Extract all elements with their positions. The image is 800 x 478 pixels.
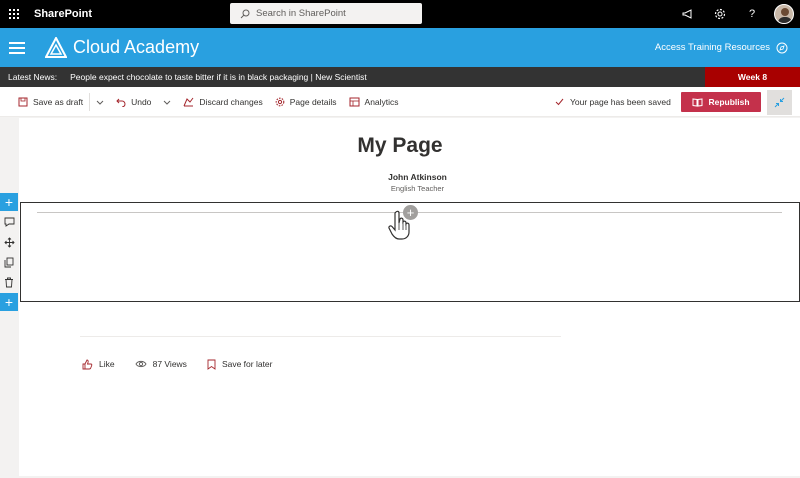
saved-status: Your page has been saved (555, 87, 671, 117)
add-section-above-button[interactable]: + (0, 193, 18, 211)
save-options-dropdown[interactable] (90, 87, 110, 117)
hub-bar: Cloud Academy Access Training Resources (0, 28, 800, 67)
discard-changes-button[interactable]: Discard changes (177, 87, 268, 117)
compass-icon (776, 42, 788, 53)
book-icon (692, 97, 703, 107)
collapse-icon (774, 97, 785, 108)
search-input[interactable]: Search in SharePoint (230, 3, 422, 24)
news-ticker: Latest News: People expect chocolate to … (0, 67, 800, 87)
saved-status-text: Your page has been saved (570, 97, 671, 107)
checkmark-icon (555, 98, 564, 106)
news-label: Latest News: (8, 72, 58, 82)
like-label: Like (99, 359, 115, 369)
save-as-draft-button[interactable]: Save as draft (12, 87, 89, 117)
edit-section-icon[interactable] (0, 213, 18, 231)
page-title[interactable]: My Page (0, 134, 800, 158)
social-bar: Like 87 Views Save for later (82, 356, 293, 372)
save-as-draft-label: Save as draft (33, 96, 84, 107)
week-badge: Week 8 (705, 67, 800, 87)
logo-icon (45, 36, 67, 58)
author-role: English Teacher (390, 184, 445, 193)
settings-icon (275, 97, 285, 107)
megaphone-icon[interactable] (672, 0, 704, 28)
search-icon (240, 9, 250, 18)
undo-icon (116, 97, 126, 107)
duplicate-section-icon[interactable] (0, 253, 18, 271)
page-details-label: Page details (289, 96, 337, 107)
app-launcher-icon[interactable] (0, 0, 28, 28)
news-headline[interactable]: People expect chocolate to taste bitter … (70, 72, 367, 82)
hand-cursor-icon (388, 210, 410, 240)
views-count: 87 Views (135, 359, 187, 369)
add-section-below-button[interactable]: + (0, 293, 18, 311)
suite-bar: SharePoint Search in SharePoint ? (0, 0, 800, 28)
move-section-icon[interactable] (0, 233, 18, 251)
analytics-icon (349, 97, 360, 107)
page-details-button[interactable]: Page details (269, 87, 343, 117)
site-title[interactable]: Cloud Academy (73, 37, 199, 58)
save-for-later-label: Save for later (221, 359, 273, 369)
section-toolbar: + + (0, 193, 19, 313)
chevron-down-icon (96, 100, 104, 105)
views-label: 87 Views (152, 359, 187, 369)
chevron-down-icon (164, 100, 171, 105)
avatar[interactable] (774, 4, 794, 24)
help-icon[interactable]: ? (736, 0, 768, 28)
republish-button[interactable]: Republish (681, 92, 761, 112)
thumbs-up-icon (82, 359, 93, 369)
collapse-button[interactable] (767, 90, 792, 115)
author-name: John Atkinson (388, 172, 447, 182)
undo-label: Undo (131, 96, 152, 107)
analytics-button[interactable]: Analytics (343, 87, 405, 117)
discard-icon (183, 97, 194, 107)
search-placeholder: Search in SharePoint (256, 8, 346, 19)
save-icon (18, 97, 28, 107)
footer-divider (80, 336, 561, 337)
analytics-label: Analytics (364, 96, 399, 107)
gear-icon[interactable] (704, 0, 736, 28)
menu-icon[interactable] (9, 41, 25, 54)
undo-button[interactable]: Undo (110, 87, 157, 117)
access-training-link[interactable]: Access Training Resources (655, 28, 788, 67)
republish-label: Republish (708, 97, 750, 107)
suite-app-name[interactable]: SharePoint (34, 8, 92, 20)
discard-changes-label: Discard changes (199, 96, 263, 107)
undo-options-dropdown[interactable] (157, 87, 177, 117)
access-training-label: Access Training Resources (654, 42, 770, 53)
like-button[interactable]: Like (82, 359, 115, 370)
delete-section-icon[interactable] (0, 273, 18, 291)
command-bar: Save as draft Undo Discard changes Page … (0, 87, 800, 117)
bookmark-icon (207, 359, 216, 370)
save-for-later-button[interactable]: Save for later (207, 359, 273, 370)
eye-icon (135, 360, 147, 368)
